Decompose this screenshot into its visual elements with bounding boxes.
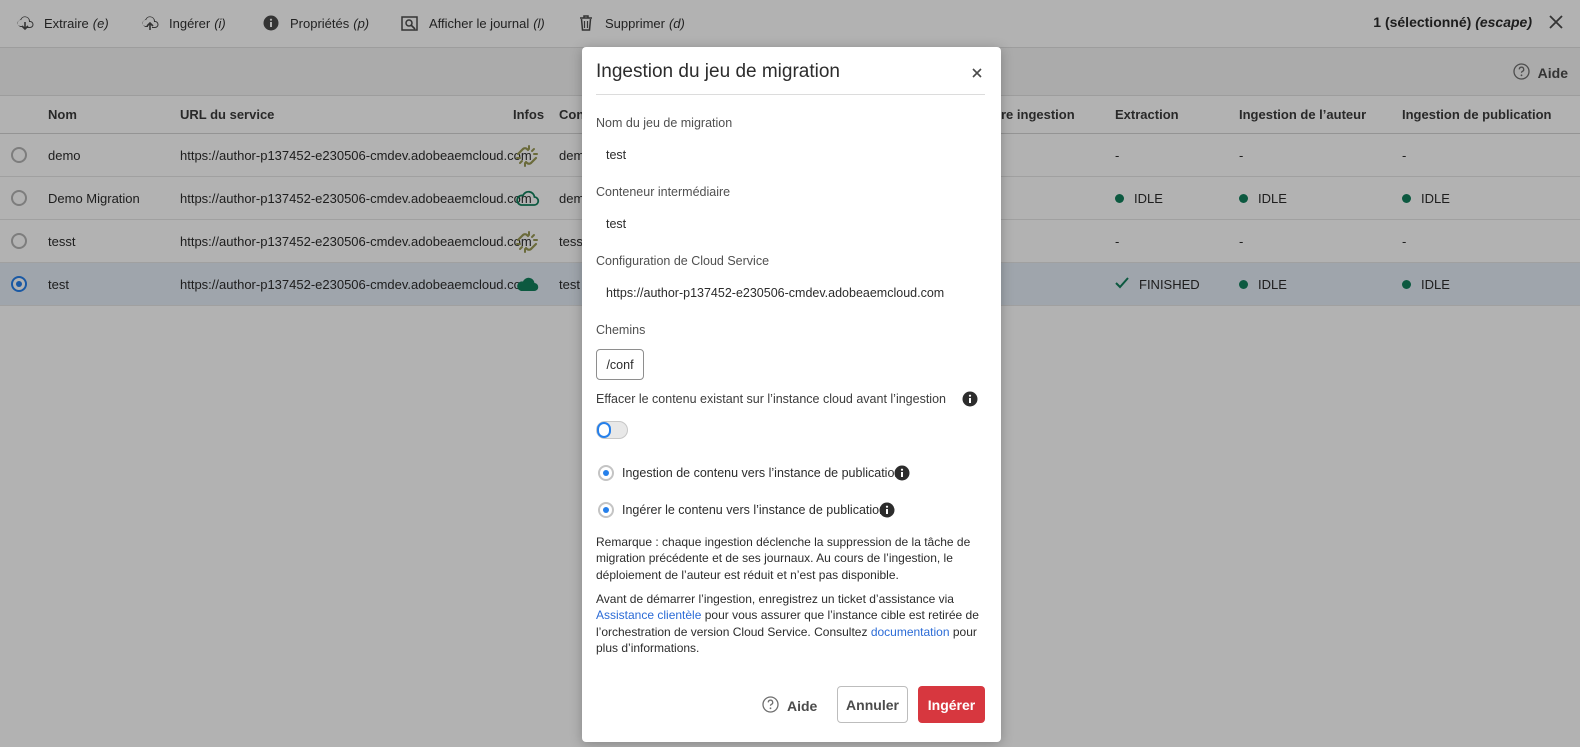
dialog-help-label: Aide <box>787 698 818 714</box>
ingest-button[interactable]: Ingérer <box>918 686 985 723</box>
ingest-content-info-icon[interactable] <box>879 502 895 518</box>
cloud-service-config-value: https://author-p137452-e230506-cmdev.ado… <box>606 286 945 300</box>
publish-ingestion-info-icon[interactable] <box>894 465 910 481</box>
documentation-link[interactable]: documentation <box>871 625 950 639</box>
path-chip: /conf <box>596 349 644 380</box>
wipe-content-toggle[interactable] <box>596 421 628 439</box>
dialog-close-icon[interactable] <box>969 65 985 81</box>
ingest-content-publish-radio-label: Ingérer le contenu vers l’instance de pu… <box>622 503 887 517</box>
ingestion-note: Remarque : chaque ingestion déclenche la… <box>596 535 971 582</box>
support-ticket-paragraph: Avant de démarrer l’ingestion, enregistr… <box>596 591 988 656</box>
publish-ingestion-radio-label: Ingestion de contenu vers l’instance de … <box>622 466 902 480</box>
customer-support-link[interactable]: Assistance clientèle <box>596 608 701 622</box>
paths-label: Chemins <box>596 323 646 337</box>
ingest-migration-set-dialog: Ingestion du jeu de migration Nom du jeu… <box>582 47 1001 742</box>
cancel-button[interactable]: Annuler <box>837 686 908 723</box>
migration-set-name-label: Nom du jeu de migration <box>596 116 733 130</box>
support-text-before: Avant de démarrer l’ingestion, enregistr… <box>596 592 954 606</box>
cloud-service-config-label: Configuration de Cloud Service <box>596 254 770 268</box>
intermediate-container-value: test <box>606 217 627 231</box>
wipe-info-icon[interactable] <box>962 391 978 407</box>
migration-set-name-value: test <box>606 148 627 162</box>
wipe-content-label: Effacer le contenu existant sur l’instan… <box>596 392 946 406</box>
intermediate-container-label: Conteneur intermédiaire <box>596 185 731 199</box>
publish-ingestion-radio[interactable] <box>598 465 614 481</box>
ingest-content-publish-radio[interactable] <box>598 502 614 518</box>
help-circle-icon <box>762 696 779 716</box>
dialog-title: Ingestion du jeu de migration <box>596 61 840 82</box>
dialog-title-divider <box>596 94 985 95</box>
toggle-knob <box>597 422 611 438</box>
dialog-help-button[interactable]: Aide <box>762 696 817 716</box>
